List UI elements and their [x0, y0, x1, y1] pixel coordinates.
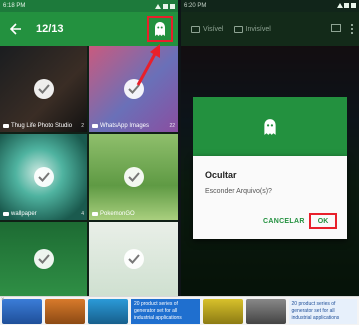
- ad-product-image: [2, 298, 42, 324]
- dialog-message: Esconder Arquivo(s)?: [205, 188, 272, 195]
- folder-icon: [3, 124, 9, 128]
- cancel-button[interactable]: CANCELAR: [263, 218, 305, 225]
- folder-label: PokemonGO: [92, 211, 175, 217]
- folder-label: Thug Life Photo Studio 2: [3, 123, 84, 129]
- battery-icon: [170, 3, 175, 9]
- folder-count: 4: [81, 211, 84, 217]
- status-icons: [336, 2, 356, 10]
- folder-grid: Thug Life Photo Studio 2 WhatsApp Images…: [0, 46, 178, 296]
- signal-icon: [163, 3, 168, 9]
- more-vert-icon[interactable]: [351, 24, 353, 34]
- folder-tile[interactable]: Thug Life Photo Studio 2: [0, 46, 87, 132]
- folder-icon: [92, 124, 98, 128]
- hide-ghost-button[interactable]: [147, 16, 173, 42]
- eye-off-icon: [233, 25, 243, 33]
- folder-icon: [3, 212, 9, 216]
- tab-invisible[interactable]: Invisível: [233, 25, 271, 33]
- ad-product-image: [202, 298, 243, 324]
- folder-tile[interactable]: [0, 222, 87, 296]
- folder-name: PokemonGO: [100, 211, 135, 217]
- ghost-icon: [155, 22, 165, 36]
- folder-label: WhatsApp Images 22: [92, 123, 175, 129]
- wifi-icon: [155, 3, 161, 9]
- folder-count: 2: [81, 123, 84, 129]
- check-icon: [123, 167, 144, 187]
- check-icon: [123, 249, 144, 269]
- appbar-actions: [331, 24, 353, 34]
- app-bar: Visível Invisível: [181, 12, 359, 46]
- signal-icon: [344, 2, 350, 8]
- check-icon: [33, 167, 54, 187]
- status-time: 6:20 PM: [184, 3, 207, 9]
- folder-label: wallpaper 4: [3, 211, 84, 217]
- status-bar: 6:20 PM: [181, 0, 359, 12]
- check-icon: [33, 79, 54, 99]
- folder-name: Thug Life Photo Studio: [11, 123, 73, 129]
- right-screen: 6:20 PM Visível Invisível Ocultar Escond…: [181, 0, 359, 296]
- selection-counter: 12/13: [36, 23, 64, 35]
- folder-tile[interactable]: wallpaper 4: [0, 134, 87, 220]
- ad-text: 20 product series of generator set for a…: [288, 298, 357, 324]
- tab-visible[interactable]: Visível: [191, 25, 224, 33]
- ad-banner[interactable]: 20 product series of generator set for a…: [0, 296, 359, 325]
- screenshot-root: 6:18 PM 12/13 Thug Life Photo Studio 2 W…: [0, 0, 359, 325]
- tab-label: Visível: [203, 25, 224, 33]
- folder-count: 22: [169, 123, 175, 129]
- folder-name: wallpaper: [11, 211, 37, 217]
- folder-tile[interactable]: [89, 222, 178, 296]
- status-bar: 6:18 PM: [0, 0, 178, 12]
- check-icon: [33, 249, 54, 269]
- ghost-icon: [264, 119, 276, 135]
- ad-close-icon[interactable]: ×: [1, 297, 7, 303]
- ad-product-image: [245, 298, 286, 324]
- back-arrow-icon[interactable]: [6, 19, 26, 39]
- image-icon[interactable]: [331, 24, 341, 32]
- folder-icon: [92, 212, 98, 216]
- ad-text: 20 product series of generator set for a…: [131, 298, 200, 324]
- folder-tile[interactable]: WhatsApp Images 22: [89, 46, 178, 132]
- folder-tile[interactable]: PokemonGO: [89, 134, 178, 220]
- ad-product-image: [45, 298, 85, 324]
- dialog-header: [193, 97, 347, 157]
- check-icon: [123, 79, 144, 99]
- ok-button[interactable]: OK: [309, 213, 337, 229]
- ad-product-image: [88, 298, 128, 324]
- eye-icon: [191, 25, 200, 33]
- folder-name: WhatsApp Images: [100, 123, 150, 129]
- wifi-icon: [336, 2, 343, 8]
- dialog-title: Ocultar: [205, 170, 237, 180]
- status-icons: [155, 3, 175, 9]
- status-time: 6:18 PM: [3, 3, 26, 9]
- battery-icon: [351, 2, 356, 8]
- app-bar: 12/13: [0, 12, 178, 46]
- left-screen: 6:18 PM 12/13 Thug Life Photo Studio 2 W…: [0, 0, 178, 296]
- tab-label: Invisível: [245, 25, 271, 33]
- hide-dialog: Ocultar Esconder Arquivo(s)? CANCELAR OK: [193, 156, 347, 239]
